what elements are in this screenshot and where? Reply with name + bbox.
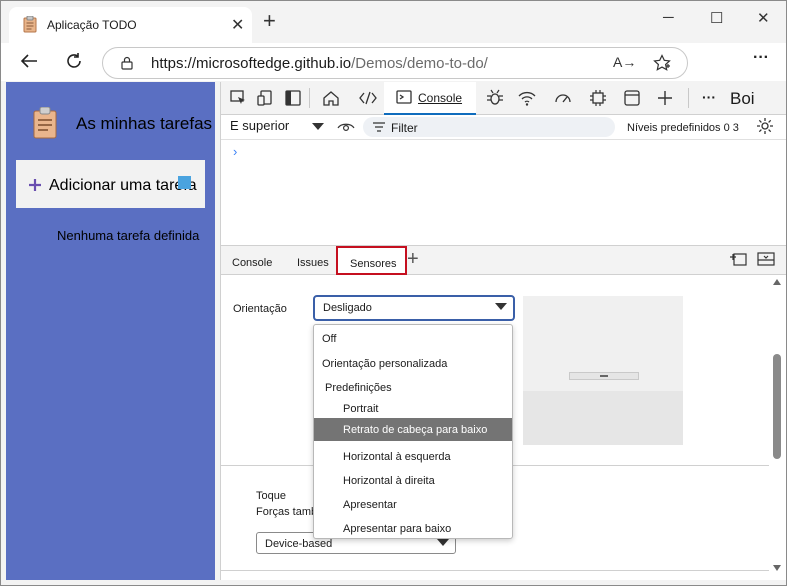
new-tab-button[interactable]: + bbox=[263, 10, 276, 32]
welcome-home-icon[interactable] bbox=[322, 89, 340, 107]
tab-title: Aplicação TODO bbox=[47, 18, 137, 32]
url-path: /Demos/demo-to-do/ bbox=[351, 55, 488, 72]
toolbar-divider-2 bbox=[688, 88, 689, 108]
scroll-thumb[interactable] bbox=[773, 354, 781, 459]
close-drawer-icon[interactable] bbox=[757, 251, 775, 267]
orientation-preview bbox=[523, 296, 683, 445]
url-host: https://microsoftedge.github.io bbox=[151, 55, 352, 72]
more-tools-plus-icon[interactable] bbox=[656, 89, 674, 107]
network-wifi-icon[interactable] bbox=[518, 89, 536, 107]
inspect-element-icon[interactable] bbox=[229, 89, 247, 107]
option-portrait[interactable]: Portrait bbox=[343, 403, 378, 415]
clipboard-logo-icon bbox=[33, 107, 57, 139]
touch-label: Toque bbox=[256, 490, 286, 502]
tab-console[interactable]: Console bbox=[384, 82, 476, 115]
plus-icon bbox=[29, 179, 41, 191]
elements-code-icon[interactable] bbox=[359, 89, 377, 107]
dock-drawer-icon[interactable] bbox=[729, 251, 747, 267]
orientation-select[interactable]: Desligado bbox=[313, 295, 515, 321]
filter-placeholder: Filter bbox=[391, 121, 418, 135]
option-landscape-right[interactable]: Horizontal à direita bbox=[343, 475, 435, 487]
bug-sources-icon[interactable] bbox=[486, 89, 504, 107]
maximize-button[interactable]: ☐ bbox=[710, 9, 723, 27]
option-display-up[interactable]: Apresentar bbox=[343, 499, 397, 511]
add-task-button[interactable]: Adicionar uma tarefa bbox=[16, 160, 205, 208]
option-off[interactable]: Off bbox=[322, 333, 336, 345]
chevron-down-icon bbox=[495, 303, 507, 310]
gear-icon[interactable] bbox=[756, 117, 774, 135]
browser-tab[interactable]: Aplicação TODO ✕ bbox=[9, 7, 252, 43]
default-levels-select[interactable]: Níveis predefinidos 0 3 bbox=[627, 122, 739, 134]
drawer-tabs: Console Issues Sensores + bbox=[221, 245, 786, 275]
profile-label[interactable]: Boi bbox=[730, 89, 755, 109]
preview-device-knob bbox=[600, 375, 608, 377]
touch-chevron-down-icon bbox=[437, 539, 449, 546]
drawer-scrollbar[interactable] bbox=[773, 277, 783, 577]
toolbar-divider bbox=[309, 88, 310, 108]
url-text[interactable]: https://microsoftedge.github.io/Demos/de… bbox=[151, 55, 488, 72]
tab-issues[interactable]: Issues bbox=[297, 257, 329, 269]
devtools-toolbar: Console ··· Boi bbox=[221, 82, 786, 115]
sensors-tab-label: Sensores bbox=[350, 258, 397, 270]
application-panel-icon[interactable] bbox=[623, 89, 641, 107]
console-prompt[interactable]: › bbox=[233, 144, 237, 159]
context-select[interactable]: E superior bbox=[230, 118, 289, 133]
scroll-up-icon[interactable] bbox=[773, 279, 781, 285]
context-caret-icon[interactable] bbox=[312, 123, 324, 130]
presets-group-header: Predefinições bbox=[325, 382, 392, 394]
performance-gauge-icon[interactable] bbox=[554, 89, 572, 107]
empty-state-text: Nenhuma tarefa definida bbox=[57, 228, 200, 243]
console-filter-bar: E superior Filter Níveis predefinidos 0 … bbox=[221, 115, 786, 140]
filter-input[interactable]: Filter bbox=[363, 117, 615, 137]
settings-menu-button[interactable]: ··· bbox=[753, 49, 769, 67]
cursor-marker bbox=[178, 176, 191, 189]
eye-icon[interactable] bbox=[337, 119, 355, 135]
close-window-button[interactable]: ✕ bbox=[757, 9, 770, 27]
option-display-down[interactable]: Apresentar para baixo bbox=[343, 523, 451, 535]
app-title: As minhas tarefas bbox=[76, 114, 213, 133]
device-emulation-icon[interactable] bbox=[256, 89, 274, 107]
bottom-divider bbox=[221, 570, 769, 571]
more-options-button[interactable]: ··· bbox=[702, 89, 716, 105]
favorite-star-icon[interactable] bbox=[653, 54, 671, 72]
option-portrait-upside-down[interactable]: Retrato de cabeça para baixo bbox=[314, 418, 512, 441]
dock-side-icon[interactable] bbox=[284, 89, 302, 107]
console-tab-label: Console bbox=[418, 91, 463, 105]
preview-device bbox=[569, 372, 639, 380]
tab-console-drawer[interactable]: Console bbox=[232, 257, 272, 269]
back-arrow-icon[interactable] bbox=[20, 53, 38, 69]
option-custom-orientation[interactable]: Orientação personalizada bbox=[322, 358, 447, 370]
todo-app: As minhas tarefas Adicionar uma tarefa N… bbox=[6, 82, 215, 580]
browser-toolbar: https://microsoftedge.github.io/Demos/de… bbox=[1, 43, 786, 81]
tab-sensors[interactable]: Sensores bbox=[336, 246, 407, 275]
touch-select-value: Device-based bbox=[265, 538, 333, 550]
orientation-select-value: Desligado bbox=[323, 302, 372, 314]
minimize-button[interactable]: ─ bbox=[663, 9, 674, 26]
filter-icon bbox=[373, 122, 385, 132]
orientation-label: Orientação bbox=[233, 303, 287, 315]
browser-window: Aplicação TODO ✕ + ─ ☐ ✕ https://microso… bbox=[0, 0, 787, 586]
address-bar[interactable]: https://microsoftedge.github.io/Demos/de… bbox=[102, 47, 688, 79]
tab-close-icon[interactable]: ✕ bbox=[231, 15, 244, 35]
memory-chip-icon[interactable] bbox=[589, 89, 607, 107]
add-drawer-tab-button[interactable]: + bbox=[407, 248, 419, 271]
orientation-dropdown-list: Off Orientação personalizada Predefiniçõ… bbox=[313, 324, 513, 539]
option-portrait-upside-down-label: Retrato de cabeça para baixo bbox=[343, 424, 488, 436]
scroll-down-icon[interactable] bbox=[773, 565, 781, 571]
add-task-label: Adicionar uma tarefa bbox=[49, 177, 197, 194]
refresh-icon[interactable] bbox=[65, 52, 83, 70]
read-aloud-icon[interactable]: A→ bbox=[613, 54, 636, 70]
clipboard-icon bbox=[23, 16, 37, 33]
option-landscape-left[interactable]: Horizontal à esquerda bbox=[343, 451, 451, 463]
console-icon bbox=[396, 90, 412, 104]
lock-icon[interactable] bbox=[121, 56, 133, 70]
preview-floor bbox=[523, 391, 683, 445]
